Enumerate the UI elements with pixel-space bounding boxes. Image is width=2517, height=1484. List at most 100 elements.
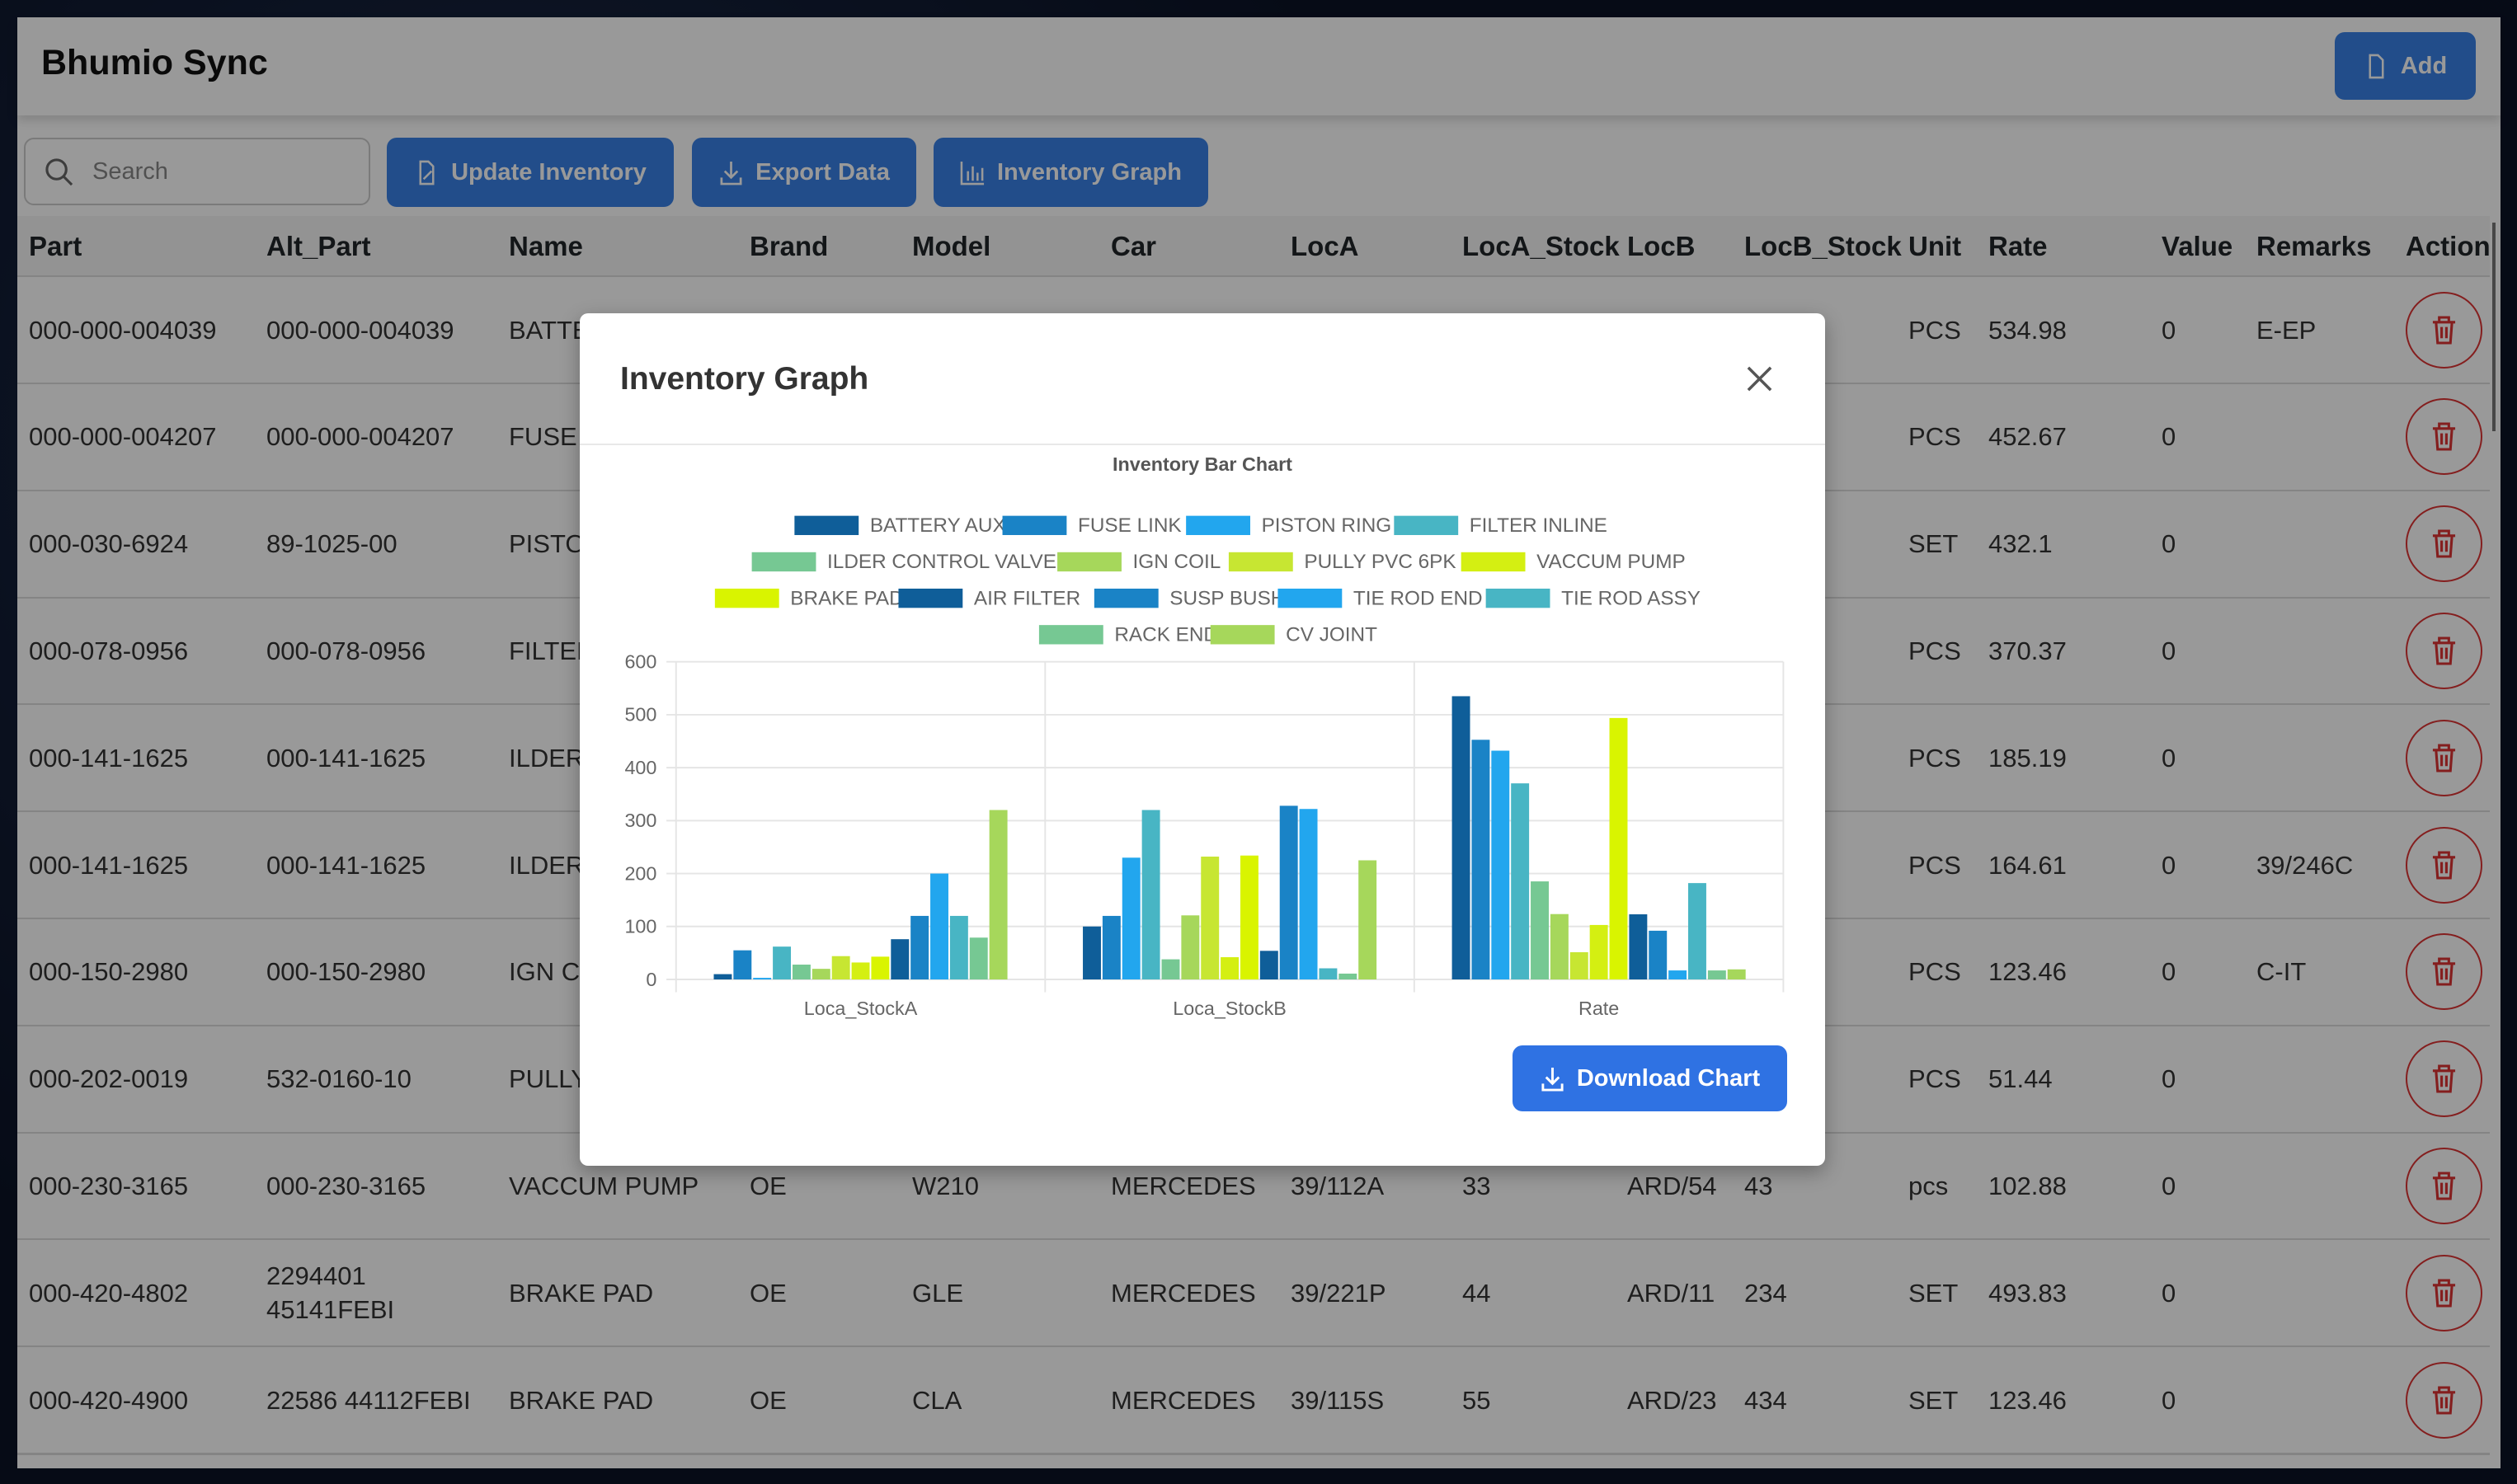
legend-swatch [1038,625,1103,645]
legend-item: PULLY PVC 6PK [1228,551,1456,573]
bar-piston-ring [1491,750,1510,979]
bar-fuse-link [733,950,752,979]
legend-item: FILTER INLINE [1394,514,1607,537]
bar-ilder-control-valve [1161,959,1180,979]
legend-item: FUSE LINK [1002,514,1182,537]
y-tick-label: 400 [624,757,656,778]
bar-ilder-control-valve [1531,881,1549,979]
legend-item: TIE ROD END [1277,587,1483,609]
bar-pully-pvc-6pk [1569,951,1588,979]
legend-label: FILTER INLINE [1470,514,1607,537]
download-chart-label: Download Chart [1576,1064,1761,1092]
bar-cv-joint [989,810,1008,979]
legend-item: VACCUM PUMP [1461,551,1686,573]
bar-battery-aux [1451,696,1470,979]
legend-swatch [1094,588,1159,608]
screen: Bhumio Sync Add Search Update Inventory … [0,0,2517,1484]
bar-susp-bush [910,915,929,979]
y-tick-label: 0 [646,969,656,990]
legend-swatch [714,588,779,608]
bar-cv-joint [1358,860,1377,979]
legend-item: PISTON RING [1186,514,1391,537]
bar-air-filter [1629,914,1648,979]
legend-item: CV JOINT [1210,624,1377,646]
legend-label: SUSP BUSH [1169,587,1285,609]
legend-swatch [794,515,859,535]
modal-title: Inventory Graph [620,361,869,397]
bar-fuse-link [1102,915,1121,979]
legend-item: TIE ROD ASSY [1485,587,1701,609]
bar-filter-inline [1141,810,1160,979]
bar-battery-aux [713,974,732,979]
inventory-bar-chart: Inventory Bar Chart BATTERY AUX FUSE LINK P… [624,453,1785,1019]
bar-fuse-link [1471,740,1490,979]
bar-ign-coil [1550,913,1569,979]
bar-vaccum-pump [1589,924,1608,979]
bar-air-filter [1259,951,1278,979]
bar-vaccum-pump [851,962,870,979]
bar-tie-rod-assy [949,915,968,979]
legend-swatch [1228,552,1293,572]
bar-brake-pad [871,956,890,979]
legend-swatch [1277,588,1343,608]
legend-item: SUSP BUSH [1094,587,1285,609]
bar-rack-end [1707,970,1726,979]
legend-item: ILDER CONTROL VALVE [751,551,1056,573]
bar-piston-ring [753,978,772,979]
chart-title: Inventory Bar Chart [1113,453,1292,475]
legend-swatch [1210,625,1275,645]
x-tick-label: Loca_StockA [804,998,918,1019]
legend-swatch [1186,515,1250,535]
legend-label: IGN COIL [1133,551,1221,573]
legend-label: AIR FILTER [974,587,1080,609]
bar-tie-rod-assy [1688,883,1706,979]
y-tick-label: 100 [624,916,656,937]
close-icon[interactable] [1745,364,1774,393]
legend-label: RACK END [1114,624,1218,646]
bar-piston-ring [1122,857,1141,979]
legend-label: BRAKE PAD [790,587,903,609]
inventory-graph-modal: Inventory Graph Inventory Bar Chart BATTE… [580,313,1825,1166]
bar-air-filter [891,939,910,979]
legend-label: PISTON RING [1262,514,1392,537]
legend-swatch [1002,515,1067,535]
legend-item: BRAKE PAD [714,587,904,609]
legend-swatch [1057,552,1122,572]
bar-brake-pad [1240,855,1258,979]
bar-ign-coil [1181,915,1200,979]
y-tick-label: 600 [624,650,656,672]
bar-ilder-control-valve [792,965,811,979]
legend-label: VACCUM PUMP [1536,551,1686,573]
legend-label: FUSE LINK [1078,514,1182,537]
bar-brake-pad [1609,717,1628,979]
legend-item: IGN COIL [1057,551,1221,573]
bar-pully-pvc-6pk [1201,857,1220,979]
legend-swatch [1394,515,1459,535]
bar-tie-rod-end [930,873,948,979]
x-tick-label: Loca_StockB [1173,998,1287,1019]
legend-label: TIE ROD ASSY [1561,587,1701,609]
x-tick-label: Rate [1578,998,1619,1019]
legend-label: PULLY PVC 6PK [1304,551,1456,573]
y-tick-label: 300 [624,810,656,831]
legend-item: BATTERY AUX [794,514,1006,537]
bar-vaccum-pump [1221,957,1240,979]
legend-label: BATTERY AUX [870,514,1006,537]
bar-pully-pvc-6pk [831,956,850,979]
bar-battery-aux [1083,926,1101,979]
legend-swatch [751,552,816,572]
legend-swatch [898,588,963,608]
bar-rack-end [969,937,988,979]
legend-swatch [1461,552,1526,572]
y-tick-label: 500 [624,704,656,726]
bar-tie-rod-end [1668,970,1687,979]
bar-susp-bush [1649,930,1668,979]
legend-label: ILDER CONTROL VALVE [827,551,1056,573]
legend-item: AIR FILTER [898,587,1080,609]
bar-filter-inline [1511,783,1530,979]
bar-tie-rod-end [1299,809,1318,979]
bar-rack-end [1338,973,1357,979]
bar-ign-coil [812,969,830,979]
download-chart-button[interactable]: Download Chart [1513,1045,1787,1111]
bar-tie-rod-assy [1319,968,1338,979]
